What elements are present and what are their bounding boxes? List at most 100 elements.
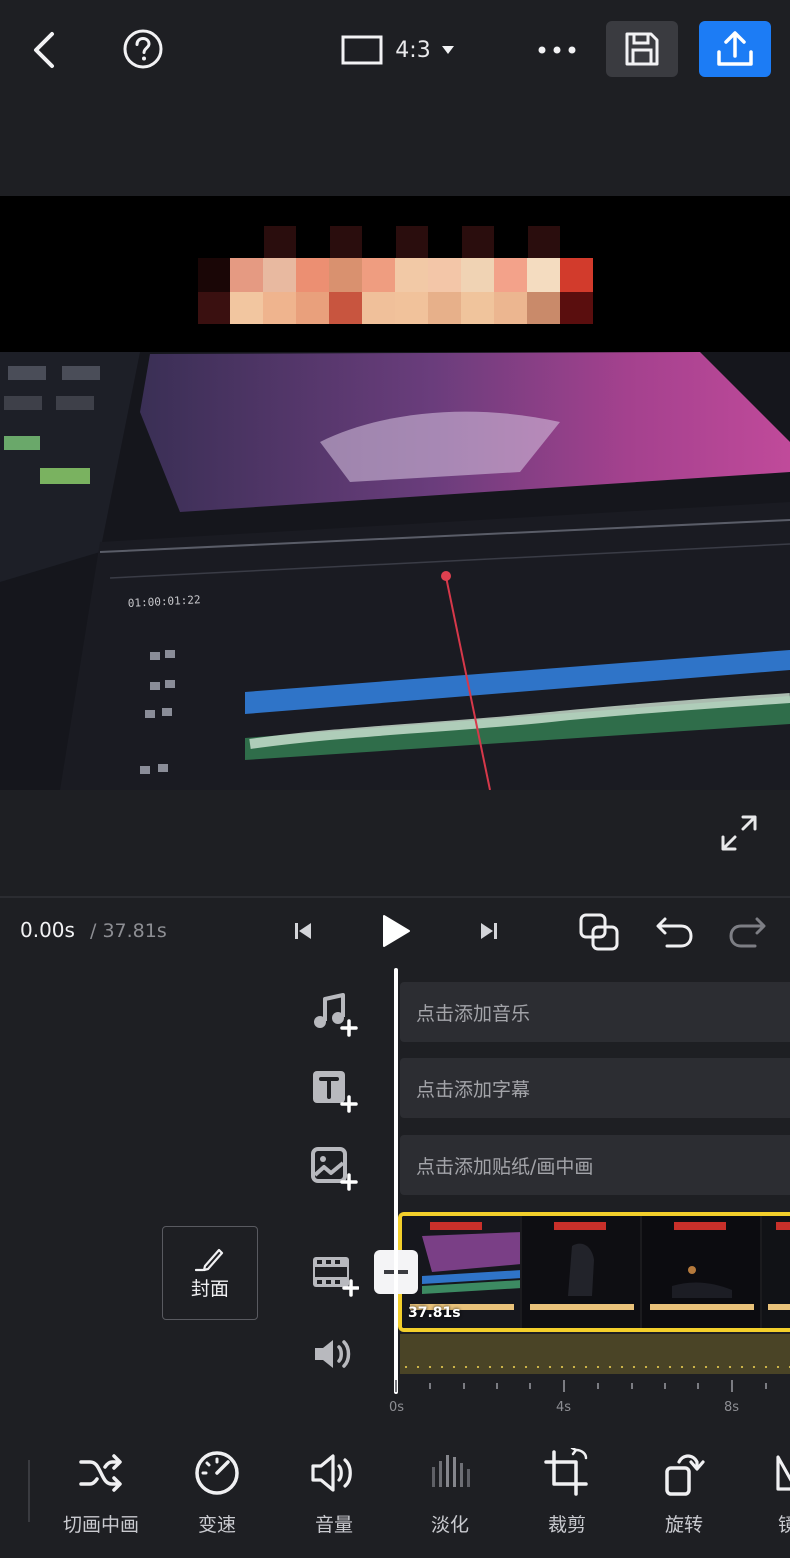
undo-icon <box>656 917 693 948</box>
add-video-icon <box>313 1257 359 1297</box>
video-frame: 01:00:01:22 <box>0 352 790 790</box>
tool-speed[interactable]: 变速 <box>167 1446 267 1546</box>
sticker-track[interactable]: 点击添加贴纸/画中画 <box>400 1135 790 1195</box>
ruler-tick <box>697 1383 699 1389</box>
back-button[interactable] <box>22 26 66 74</box>
more-options-button[interactable] <box>532 30 582 70</box>
clip-thumbnail <box>522 1216 642 1328</box>
volume-icon <box>311 1454 352 1492</box>
ruler-label: 8s <box>724 1400 740 1415</box>
export-button[interactable] <box>699 21 771 77</box>
crop-icon <box>544 1448 588 1496</box>
redo-button[interactable] <box>724 910 770 954</box>
playhead[interactable] <box>394 968 398 1394</box>
clip-thumbnail <box>762 1216 790 1328</box>
shuffle-icon <box>79 1454 122 1492</box>
rotate-icon <box>665 1454 705 1496</box>
video-frame-image: 01:00:01:22 <box>0 352 790 790</box>
add-sticker-icon <box>311 1147 358 1191</box>
skip-next-icon <box>481 923 497 939</box>
tool-rotate[interactable]: 旋转 <box>634 1446 734 1546</box>
original-audio-track[interactable] <box>400 1334 790 1374</box>
tool-label: 裁剪 <box>547 1514 586 1536</box>
add-sticker-button[interactable] <box>306 1142 362 1194</box>
current-time: 0.00s <box>20 918 75 942</box>
tool-label: 音量 <box>314 1514 353 1536</box>
toolbar-separator <box>28 1460 30 1522</box>
preview-footer <box>0 790 790 896</box>
music-track[interactable]: 点击添加音乐 <box>400 982 790 1042</box>
tool-mirror[interactable]: 镜 <box>740 1446 790 1546</box>
save-icon <box>625 32 659 66</box>
tool-label: 镜 <box>778 1514 790 1536</box>
ruler-tick <box>765 1383 767 1389</box>
fullscreen-icon <box>721 815 757 851</box>
ruler-tick <box>529 1383 531 1389</box>
skip-previous-icon <box>295 923 311 939</box>
ruler-tick <box>429 1383 431 1389</box>
copy-icon <box>579 913 619 951</box>
ruler-tick <box>563 1380 565 1392</box>
ruler-label: 0s <box>389 1400 405 1415</box>
help-button[interactable] <box>120 26 166 72</box>
tool-fade[interactable]: 淡化 <box>400 1446 500 1546</box>
ruler-tick <box>597 1383 599 1389</box>
add-text-icon <box>313 1071 358 1113</box>
undo-button[interactable] <box>652 910 698 954</box>
clip-duration: 37.81s <box>408 1305 461 1321</box>
redo-icon <box>729 917 766 948</box>
ruler-label: 4s <box>556 1400 572 1415</box>
cover-button[interactable]: 封面 <box>162 1226 258 1320</box>
tool-label: 变速 <box>197 1514 236 1536</box>
aspect-ratio-dropdown[interactable]: 4:3 <box>332 30 464 70</box>
tool-volume[interactable]: 音量 <box>284 1446 384 1546</box>
aspect-ratio-label: 4:3 <box>395 37 431 63</box>
divider <box>0 896 790 898</box>
clip-thumbnail-image <box>522 1216 640 1328</box>
clip-thumbnail-image <box>642 1216 760 1328</box>
cover-label: 封面 <box>190 1277 229 1300</box>
ruler-tick <box>731 1380 733 1392</box>
tool-label: 旋转 <box>664 1514 703 1536</box>
pixelated-caption <box>198 226 593 324</box>
play-button[interactable] <box>374 908 418 954</box>
clip-thumbnail-image <box>762 1216 790 1328</box>
subtitle-track[interactable]: 点击添加字幕 <box>400 1058 790 1118</box>
add-music-button[interactable] <box>306 988 362 1040</box>
ruler-tick <box>664 1383 666 1389</box>
add-music-icon <box>314 993 358 1037</box>
tool-switch-pip[interactable]: 切画中画 <box>51 1446 151 1546</box>
play-icon <box>383 915 410 947</box>
speedometer-icon <box>195 1451 239 1495</box>
add-subtitle-button[interactable] <box>306 1064 362 1116</box>
chevron-left-icon <box>34 32 54 68</box>
save-draft-button[interactable] <box>606 21 678 77</box>
aspect-ratio-icon <box>341 35 383 65</box>
upload-icon <box>717 31 753 66</box>
tool-label: 淡化 <box>430 1514 469 1536</box>
skip-to-start-button[interactable] <box>286 914 320 948</box>
speaker-icon <box>315 1340 351 1368</box>
add-video-clip-button[interactable] <box>306 1248 362 1300</box>
tool-crop[interactable]: 裁剪 <box>517 1446 617 1546</box>
pen-icon <box>195 1248 224 1271</box>
tool-label: 切画中画 <box>62 1514 139 1536</box>
ruler-tick <box>496 1383 498 1389</box>
mirror-icon <box>776 1455 790 1491</box>
clip-thumbnail <box>642 1216 762 1328</box>
ruler-tick <box>463 1383 465 1389</box>
top-bar: 4:3 <box>0 0 790 196</box>
subtitle-track-placeholder: 点击添加字幕 <box>416 1078 531 1101</box>
sticker-track-placeholder: 点击添加贴纸/画中画 <box>416 1155 594 1178</box>
skip-to-end-button[interactable] <box>472 914 506 948</box>
ruler-tick <box>395 1380 397 1392</box>
total-time: / 37.81s <box>90 920 167 942</box>
duplicate-button[interactable] <box>576 910 622 954</box>
fullscreen-button[interactable] <box>716 810 762 856</box>
ruler-tick <box>631 1383 633 1389</box>
fade-bars-icon <box>432 1455 470 1487</box>
help-icon <box>123 29 163 69</box>
music-track-placeholder: 点击添加音乐 <box>416 1002 531 1025</box>
audio-waveform <box>400 1366 790 1368</box>
original-audio-button[interactable] <box>306 1328 362 1380</box>
